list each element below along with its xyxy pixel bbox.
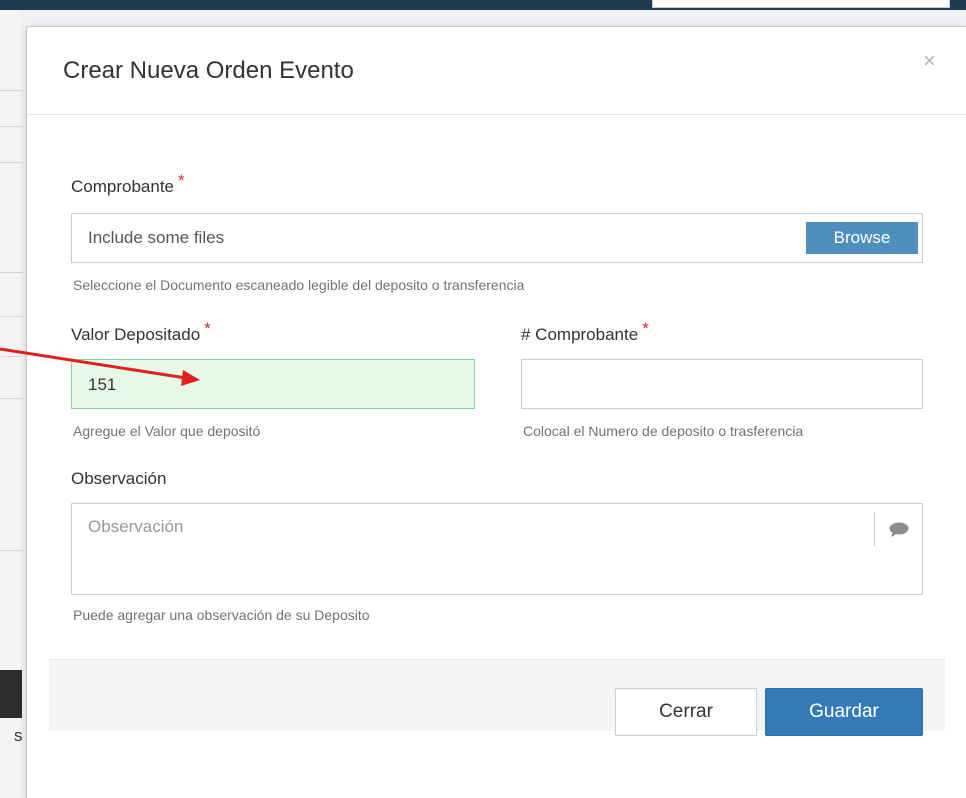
comprobante-help-text: Seleccione el Documento escaneado legibl… — [73, 277, 525, 293]
valor-depositado-help-text: Agregue el Valor que depositó — [73, 423, 261, 439]
numero-comprobante-input[interactable] — [521, 359, 923, 409]
file-input-placeholder: Include some files — [88, 228, 225, 247]
guardar-button[interactable]: Guardar — [765, 688, 923, 736]
background-divider — [0, 356, 22, 357]
background-partial-text: s — [14, 726, 23, 745]
required-mark: * — [642, 319, 649, 338]
background-divider — [0, 272, 22, 273]
close-icon[interactable]: × — [923, 50, 936, 72]
create-order-modal: Crear Nueva Orden Evento × Comprobante * … — [26, 26, 966, 798]
observacion-placeholder: Observación — [88, 517, 184, 536]
background-divider — [0, 550, 22, 551]
background-search-box[interactable] — [652, 0, 950, 8]
background-divider — [0, 90, 22, 91]
background-divider — [0, 126, 22, 127]
modal-title: Crear Nueva Orden Evento — [63, 57, 354, 84]
observacion-help-text: Puede agregar una observación de su Depo… — [73, 607, 370, 623]
observacion-textarea[interactable]: Observación — [71, 503, 923, 595]
textarea-divider — [874, 512, 875, 546]
background-divider — [0, 162, 22, 163]
valor-depositado-label: Valor Depositado * — [71, 319, 211, 345]
required-mark: * — [178, 171, 185, 190]
comprobante-label: Comprobante * — [71, 171, 185, 197]
comment-icon — [889, 522, 909, 537]
valor-depositado-input[interactable]: 151 — [71, 359, 475, 409]
numero-comprobante-help-text: Colocal el Numero de deposito o trasfere… — [523, 423, 804, 439]
comprobante-label-text: Comprobante — [71, 177, 175, 196]
background-divider — [0, 316, 22, 317]
modal-header: Crear Nueva Orden Evento × — [27, 27, 966, 115]
valor-depositado-label-text: Valor Depositado — [71, 325, 201, 344]
numero-comprobante-label-text: # Comprobante — [521, 325, 639, 344]
background-dark-block — [0, 670, 22, 718]
observacion-label: Observación — [71, 469, 167, 488]
required-mark: * — [204, 319, 211, 338]
numero-comprobante-label: # Comprobante * — [521, 319, 649, 345]
comprobante-file-input[interactable]: Include some files Browse — [71, 213, 923, 263]
valor-depositado-value: 151 — [88, 375, 117, 394]
background-divider — [0, 398, 22, 399]
cerrar-button[interactable]: Cerrar — [615, 688, 757, 736]
modal-footer: Cerrar Guardar — [49, 659, 945, 736]
browse-button[interactable]: Browse — [806, 222, 918, 254]
